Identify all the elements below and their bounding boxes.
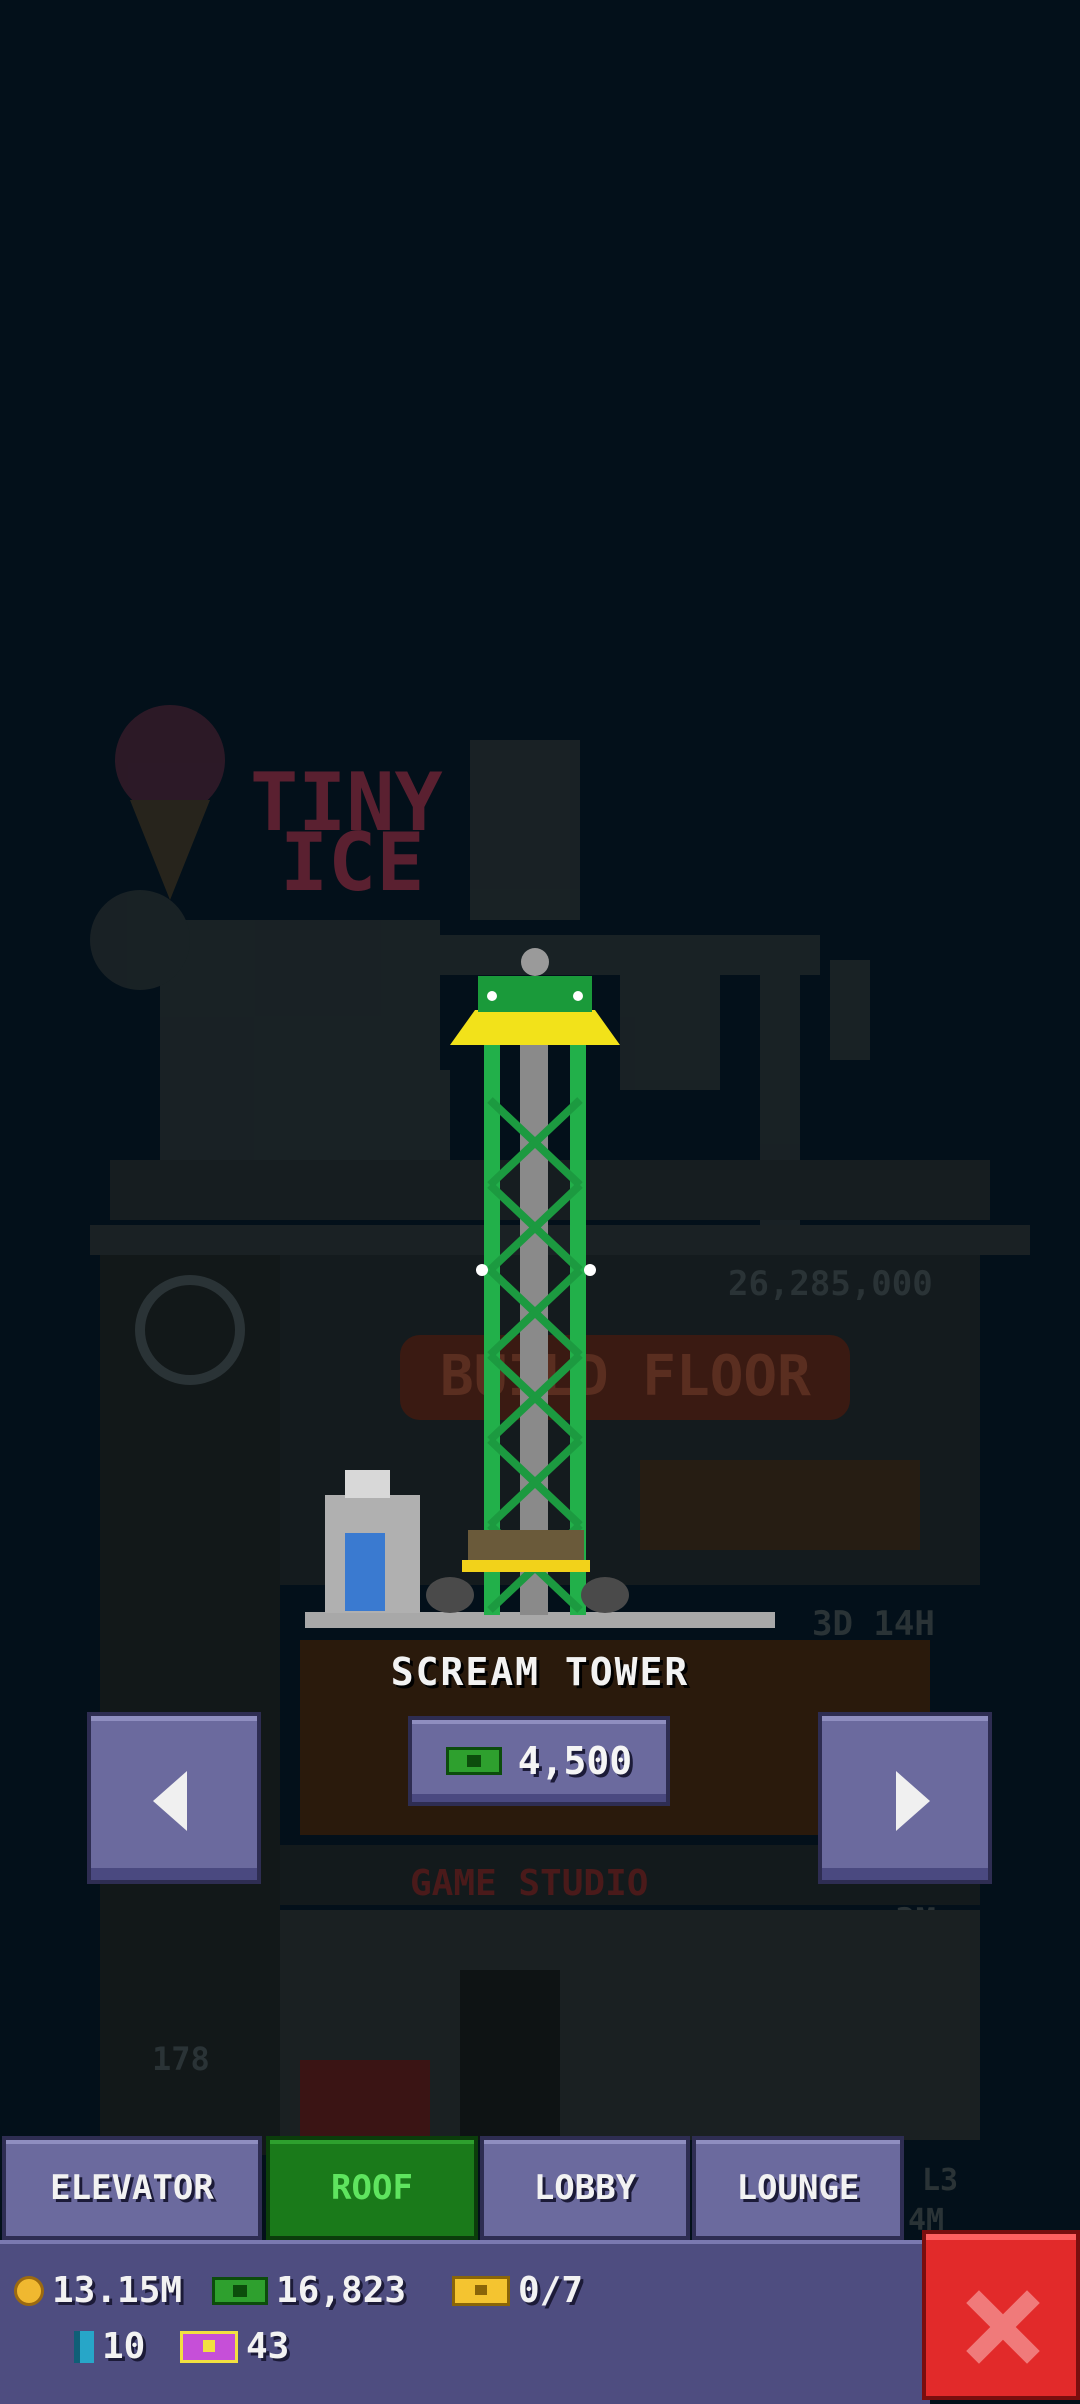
close-icon: [966, 2290, 1038, 2362]
category-tabs: ELEVATOR ROOF LOBBY LOUNGE: [0, 2136, 1080, 2240]
studio-name: GAME STUDIO: [410, 1863, 648, 1904]
next-button[interactable]: [818, 1712, 992, 1884]
cash-icon: [445, 1747, 502, 1775]
bux-value: 16,823: [276, 2270, 407, 2311]
building-scene: TINY ICE BUILD FLOOR 26,285,000 3D 14H G…: [90, 705, 1030, 2238]
item-title: SCREAM TOWER: [390, 1650, 690, 1694]
previous-button[interactable]: [87, 1712, 261, 1884]
vip-ticket-icon: [180, 2330, 238, 2363]
ice-cream-sign: [115, 705, 225, 900]
coin-icon: [14, 2275, 44, 2306]
arrow-right-icon: [896, 1771, 930, 1831]
tab-elevator[interactable]: ELEVATOR: [2, 2136, 262, 2240]
floor-value: 26,285,000: [728, 1264, 933, 1304]
vip-value: 43: [246, 2326, 290, 2367]
coins-value: 13.15M: [52, 2270, 183, 2311]
price-value: 4,500: [517, 1739, 633, 1783]
logo-line-2: ICE: [280, 816, 425, 909]
tab-lobby[interactable]: LOBBY: [480, 2136, 690, 2240]
gold-ticket-value: 0/7: [518, 2270, 584, 2311]
timer-label: 3D 14H: [812, 1604, 935, 1644]
gold-ticket-stat: 0/7: [452, 2270, 583, 2311]
close-button[interactable]: [922, 2230, 1080, 2400]
tab-roof[interactable]: ROOF: [266, 2136, 478, 2240]
elevator-number: 178: [152, 2040, 210, 2078]
buy-price-button[interactable]: 4,500: [408, 1716, 670, 1806]
key-icon: [74, 2330, 94, 2363]
keys-stat: 10: [74, 2326, 145, 2367]
tab-lounge[interactable]: LOUNGE: [692, 2136, 904, 2240]
bux-stat: 16,823: [212, 2270, 406, 2311]
keys-value: 10: [102, 2326, 146, 2367]
elevator-shaft: [100, 1255, 280, 2155]
cash-icon: [212, 2276, 268, 2305]
vip-stat: 43: [180, 2326, 289, 2367]
gold-ticket-icon: [452, 2275, 510, 2306]
coins-stat: 13.15M: [14, 2270, 182, 2311]
currency-bar: 13.15M 16,823 0/7 10 43: [0, 2240, 930, 2404]
arrow-left-icon: [153, 1771, 187, 1831]
